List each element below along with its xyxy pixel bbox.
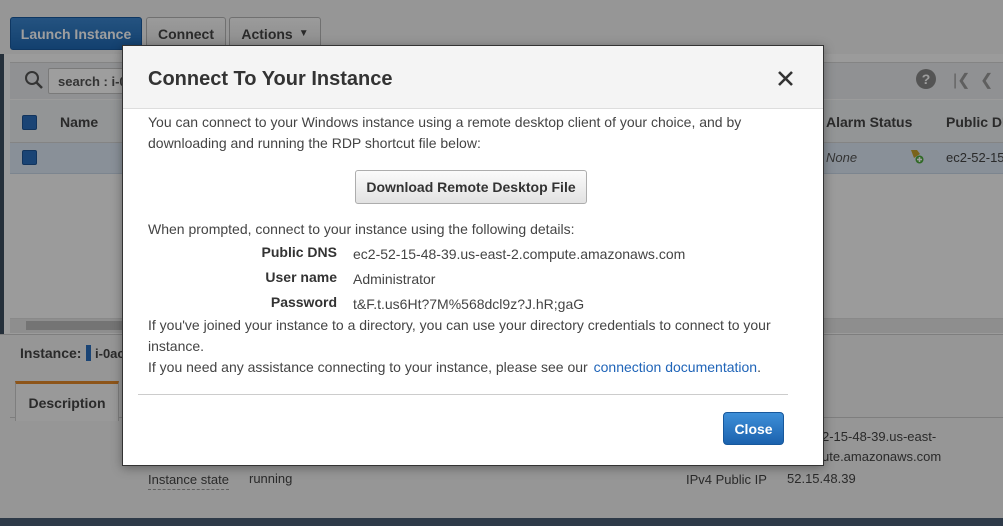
username-label: User name — [265, 269, 337, 285]
modal-footer-divider — [138, 394, 788, 395]
intro-line-1: You can connect to your Windows instance… — [148, 114, 742, 130]
help-text: If you need any assistance connecting to… — [148, 357, 761, 378]
close-icon[interactable] — [775, 68, 797, 90]
prompt-text: When prompted, connect to your instance … — [148, 221, 575, 237]
help-suffix: . — [757, 359, 761, 375]
footer-bar — [0, 518, 1003, 526]
intro-line-2: downloading and running the RDP shortcut… — [148, 135, 481, 151]
download-rdp-button[interactable]: Download Remote Desktop File — [355, 170, 587, 204]
directory-line-2: instance. — [148, 338, 205, 354]
connection-documentation-link[interactable]: connection documentation — [594, 359, 757, 375]
help-prefix: If you need any assistance connecting to… — [148, 359, 588, 375]
public-dns-label: Public DNS — [261, 244, 337, 260]
connect-modal: Connect To Your Instance You can connect… — [122, 45, 824, 466]
username-value: Administrator — [353, 271, 436, 287]
modal-title: Connect To Your Instance — [148, 68, 393, 90]
close-button[interactable]: Close — [723, 412, 784, 445]
password-value: t&F.t.us6Ht?7M%568dcl9z?J.hR;gaG — [353, 296, 585, 312]
password-label: Password — [270, 294, 337, 310]
public-dns-value: ec2-52-15-48-39.us-east-2.compute.amazon… — [353, 246, 686, 262]
directory-line-1: If you've joined your instance to a dire… — [148, 317, 771, 333]
